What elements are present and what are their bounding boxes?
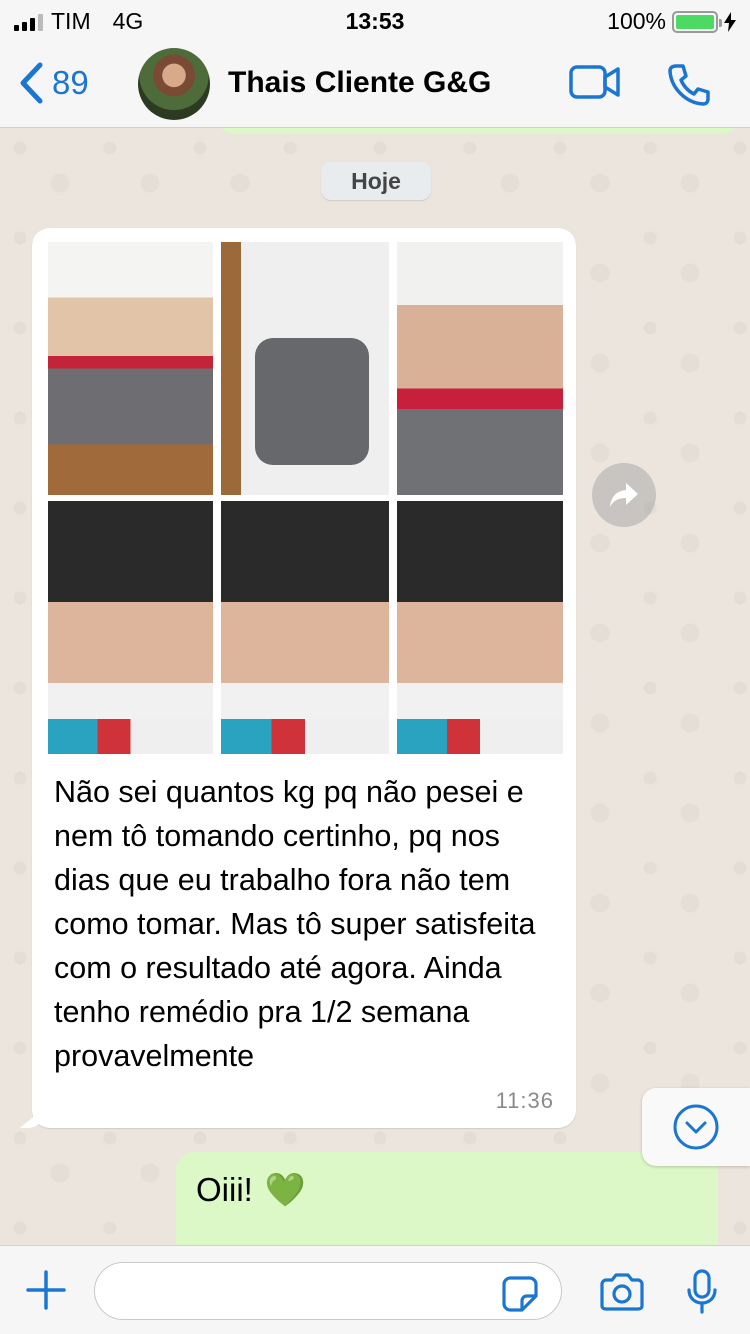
charging-icon	[724, 11, 736, 32]
outgoing-message[interactable]: Oiii! 💚	[176, 1152, 718, 1245]
plus-icon	[26, 1270, 66, 1310]
attach-button[interactable]	[24, 1268, 68, 1317]
avatar[interactable]	[138, 48, 210, 120]
video-camera-icon	[569, 65, 620, 99]
photo[interactable]	[48, 242, 213, 495]
camera-icon	[600, 1273, 644, 1311]
photo[interactable]	[221, 501, 389, 754]
camera-button[interactable]	[598, 1272, 646, 1317]
contact-name[interactable]: Thais Cliente G&G	[228, 66, 491, 100]
photo[interactable]	[397, 242, 563, 495]
message-timestamp: 11:36	[495, 1088, 554, 1113]
battery-percent: 100%	[607, 8, 666, 34]
forward-button[interactable]	[592, 463, 656, 527]
chat-area[interactable]: Hoje Não sei quantos kg pq não pesei e n…	[0, 128, 750, 1245]
chevron-down-circle-icon	[673, 1104, 719, 1150]
photo[interactable]	[221, 242, 389, 495]
green-heart-icon: 💚	[264, 1170, 306, 1209]
message-input-bar	[0, 1245, 750, 1334]
sticker-button[interactable]	[500, 1274, 540, 1319]
chevron-left-icon	[20, 62, 43, 104]
sticker-icon	[502, 1276, 538, 1312]
photo[interactable]	[48, 501, 213, 754]
battery-icon	[672, 10, 722, 33]
date-separator: Hoje	[321, 162, 431, 200]
back-button[interactable]: 89	[18, 62, 89, 104]
microphone-button[interactable]	[684, 1268, 720, 1321]
message-input[interactable]	[94, 1262, 562, 1320]
voice-call-button[interactable]	[666, 62, 712, 113]
status-bar: TIM 4G 13:53 100%	[0, 0, 750, 40]
scroll-to-bottom-button[interactable]	[642, 1088, 750, 1166]
chat-header: 89 Thais Cliente G&G	[0, 40, 750, 128]
message-text: Não sei quantos kg pq não pesei e nem tô…	[54, 775, 536, 1073]
photo-album[interactable]	[48, 242, 563, 754]
back-count: 89	[52, 64, 89, 101]
photo[interactable]	[397, 501, 563, 754]
message-text: Oiii!	[196, 1171, 253, 1208]
incoming-message[interactable]: Não sei quantos kg pq não pesei e nem tô…	[32, 228, 576, 1128]
forward-arrow-icon	[610, 483, 638, 507]
video-call-button[interactable]	[568, 62, 622, 107]
previous-message	[218, 128, 738, 134]
phone-icon	[668, 64, 710, 106]
microphone-icon	[687, 1269, 717, 1314]
